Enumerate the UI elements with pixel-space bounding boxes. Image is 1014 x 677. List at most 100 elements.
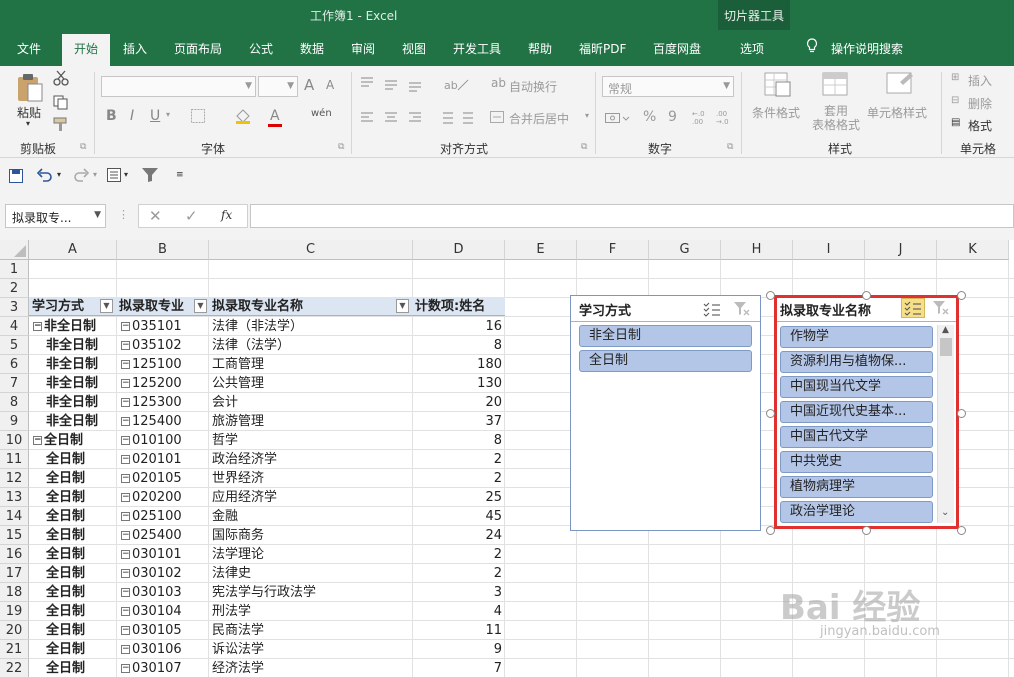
bold-button[interactable]: B	[106, 108, 117, 124]
pivot-cell-major-code[interactable]: −030106	[121, 640, 209, 659]
pivot-cell-major-code[interactable]: −020200	[121, 488, 209, 507]
slicer-item-major[interactable]: 中国近现代史基本...	[780, 401, 933, 423]
wrap-text-icon[interactable]: ab	[491, 76, 506, 90]
pivot-cell-study-mode[interactable]: 全日制	[46, 583, 130, 602]
pivot-cell-major-code[interactable]: −035102	[121, 336, 209, 355]
pivot-cell-count[interactable]: 2	[413, 564, 502, 583]
slicer-scrollbar[interactable]: ▲ ⌄	[937, 325, 954, 523]
pivot-cell-major-code[interactable]: −010100	[121, 431, 209, 450]
resize-handle[interactable]	[766, 409, 775, 418]
cancel-formula-icon[interactable]: ✕	[149, 207, 162, 225]
column-header-I[interactable]: I	[793, 240, 865, 260]
pivot-cell-count[interactable]: 24	[413, 526, 502, 545]
worksheet-grid[interactable]: ABCDEFGHIJK 1 2 3 4 5 6 7 8 9 10 11 12 13 14 15 16 17 18 1…	[0, 240, 1014, 677]
form-dropdown-icon[interactable]: ▾	[124, 170, 128, 179]
row-header-3[interactable]: 3	[0, 298, 29, 317]
pivot-cell-count[interactable]: 16	[413, 317, 502, 336]
row-header-8[interactable]: 8	[0, 393, 29, 412]
paste-icon[interactable]	[14, 72, 46, 104]
underline-button[interactable]: U	[150, 108, 160, 124]
row-header-22[interactable]: 22	[0, 659, 29, 677]
row-header-17[interactable]: 17	[0, 564, 29, 583]
resize-handle[interactable]	[862, 526, 871, 535]
clear-filter-icon[interactable]	[733, 301, 751, 317]
slicer-major-name[interactable]: 拟录取专业名称 作物学 资源利用与植物保... 中国现当代文学 中国近现代史基本...…	[774, 295, 959, 529]
percent-button[interactable]: %	[643, 109, 656, 125]
column-header-E[interactable]: E	[505, 240, 577, 260]
multi-select-icon[interactable]	[703, 301, 721, 317]
pivot-cell-count[interactable]: 3	[413, 583, 502, 602]
tab-foxit-pdf[interactable]: 福昕PDF	[579, 40, 626, 57]
pivot-cell-count[interactable]: 11	[413, 621, 502, 640]
enter-formula-icon[interactable]: ✓	[185, 207, 198, 225]
row-header-5[interactable]: 5	[0, 336, 29, 355]
column-header-J[interactable]: J	[865, 240, 937, 260]
font-launcher-icon[interactable]: ⧉	[338, 142, 344, 152]
pivot-cell-major-code[interactable]: −020101	[121, 450, 209, 469]
increase-decimal-button[interactable]: ←.0 .00	[692, 110, 712, 126]
horizontal-align-icons[interactable]	[359, 110, 429, 126]
indent-icons[interactable]	[437, 110, 477, 126]
multi-select-icon[interactable]	[904, 300, 922, 316]
number-format-combo[interactable]: 常规 ▼	[602, 76, 734, 97]
scroll-down-icon[interactable]: ⌄	[941, 507, 949, 518]
collapse-icon[interactable]: −	[121, 607, 130, 616]
pivot-cell-study-mode[interactable]: 全日制	[46, 659, 130, 677]
clipboard-launcher-icon[interactable]: ⧉	[80, 142, 86, 152]
pivot-cell-study-mode[interactable]: 非全日制	[46, 374, 130, 393]
pivot-cell-major-name[interactable]: 法律史	[212, 564, 410, 583]
pivot-cell-major-code[interactable]: −025100	[121, 507, 209, 526]
tell-me-search[interactable]: 操作说明搜索	[831, 40, 903, 57]
pivot-cell-major-name[interactable]: 政治经济学	[212, 450, 410, 469]
tab-help[interactable]: 帮助	[528, 40, 552, 57]
save-icon[interactable]	[8, 168, 24, 184]
row-header-20[interactable]: 20	[0, 621, 29, 640]
tab-review[interactable]: 审阅	[351, 40, 375, 57]
collapse-icon[interactable]: −	[121, 493, 130, 502]
pivot-cell-count[interactable]: 9	[413, 640, 502, 659]
accounting-format-icon[interactable]	[604, 110, 630, 126]
pivot-cell-major-code[interactable]: −030103	[121, 583, 209, 602]
tab-developer[interactable]: 开发工具	[453, 40, 501, 57]
pivot-cell-count[interactable]: 8	[413, 336, 502, 355]
pivot-cell-major-name[interactable]: 宪法学与行政法学	[212, 583, 410, 602]
font-color-icon[interactable]: A	[270, 108, 280, 124]
cell-styles-button[interactable]: 单元格样式	[867, 104, 927, 121]
pivot-cell-count[interactable]: 2	[413, 450, 502, 469]
collapse-icon[interactable]: −	[121, 645, 130, 654]
pivot-cell-study-mode[interactable]: 非全日制	[46, 393, 130, 412]
pivot-cell-study-mode[interactable]: 全日制	[46, 507, 130, 526]
pivot-cell-study-mode[interactable]: 全日制	[46, 450, 130, 469]
collapse-icon[interactable]: −	[121, 455, 130, 464]
collapse-icon[interactable]: −	[121, 550, 130, 559]
tab-file[interactable]: 文件	[17, 40, 41, 57]
tab-home[interactable]: 开始	[62, 34, 111, 66]
resize-handle[interactable]	[766, 526, 775, 535]
redo-dropdown-icon[interactable]: ▾	[93, 170, 97, 179]
resize-handle[interactable]	[957, 291, 966, 300]
column-header-G[interactable]: G	[649, 240, 721, 260]
cell-styles-icon[interactable]	[884, 70, 916, 100]
name-box-dropdown-icon[interactable]: ▼	[94, 210, 101, 220]
format-cells-icon[interactable]: ▤	[951, 117, 960, 128]
wrap-text-button[interactable]: 自动换行	[509, 78, 557, 95]
formula-input[interactable]	[250, 204, 1014, 228]
pivot-cell-major-name[interactable]: 民商法学	[212, 621, 410, 640]
collapse-icon[interactable]: −	[121, 626, 130, 635]
delete-cells-button[interactable]: 删除	[968, 95, 992, 112]
pivot-cell-count[interactable]: 2	[413, 545, 502, 564]
pivot-cell-study-mode[interactable]: − 全日制	[33, 431, 117, 450]
collapse-icon[interactable]: −	[121, 474, 130, 483]
pivot-cell-major-code[interactable]: −030102	[121, 564, 209, 583]
pivot-cell-major-code[interactable]: −030105	[121, 621, 209, 640]
pivot-cell-major-code[interactable]: −030107	[121, 659, 209, 677]
column-header-C[interactable]: C	[209, 240, 413, 260]
row-header-4[interactable]: 4	[0, 317, 29, 336]
collapse-icon[interactable]: −	[121, 512, 130, 521]
row-header-2[interactable]: 2	[0, 279, 29, 298]
form-icon[interactable]	[106, 167, 122, 183]
format-cells-button[interactable]: 格式	[968, 117, 992, 134]
conditional-formatting-icon[interactable]	[762, 70, 792, 100]
merge-center-icon[interactable]	[489, 109, 505, 125]
collapse-icon[interactable]: −	[121, 322, 130, 331]
